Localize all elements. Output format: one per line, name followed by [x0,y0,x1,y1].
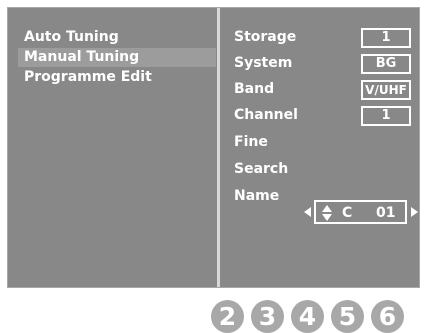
name-editor[interactable]: C 01 [314,200,407,224]
name-label: Name [234,188,280,204]
channel-value-box[interactable]: 1 [361,106,411,126]
band-value-box[interactable]: V/UHF [361,80,411,100]
menu-item-manual-tuning[interactable]: Manual Tuning [18,48,216,67]
name-number: 01 [376,205,396,221]
panel-divider [217,8,220,287]
menu-item-programme-edit[interactable]: Programme Edit [18,68,216,87]
up-down-arrows-icon[interactable] [322,204,332,222]
menu-item-auto-tuning[interactable]: Auto Tuning [18,28,216,47]
system-label: System [234,55,293,71]
search-label[interactable]: Search [234,160,288,178]
step-badge-5: 5 [331,300,364,333]
step-badge-6: 6 [371,300,404,333]
name-character: C [342,205,353,221]
arrow-right-icon[interactable] [411,207,418,217]
system-value-box[interactable]: BG [361,54,411,74]
storage-value-box[interactable]: 1 [361,28,411,48]
step-badge-2: 2 [211,300,244,333]
osd-panel: Auto Tuning Manual Tuning Programme Edit [7,7,420,288]
arrow-left-icon[interactable] [304,207,311,217]
storage-label: Storage [234,29,297,45]
step-badge-3: 3 [251,300,284,333]
channel-label: Channel [234,107,298,123]
fine-label[interactable]: Fine [234,133,268,151]
band-label: Band [234,81,275,97]
step-badge-4: 4 [291,300,324,333]
